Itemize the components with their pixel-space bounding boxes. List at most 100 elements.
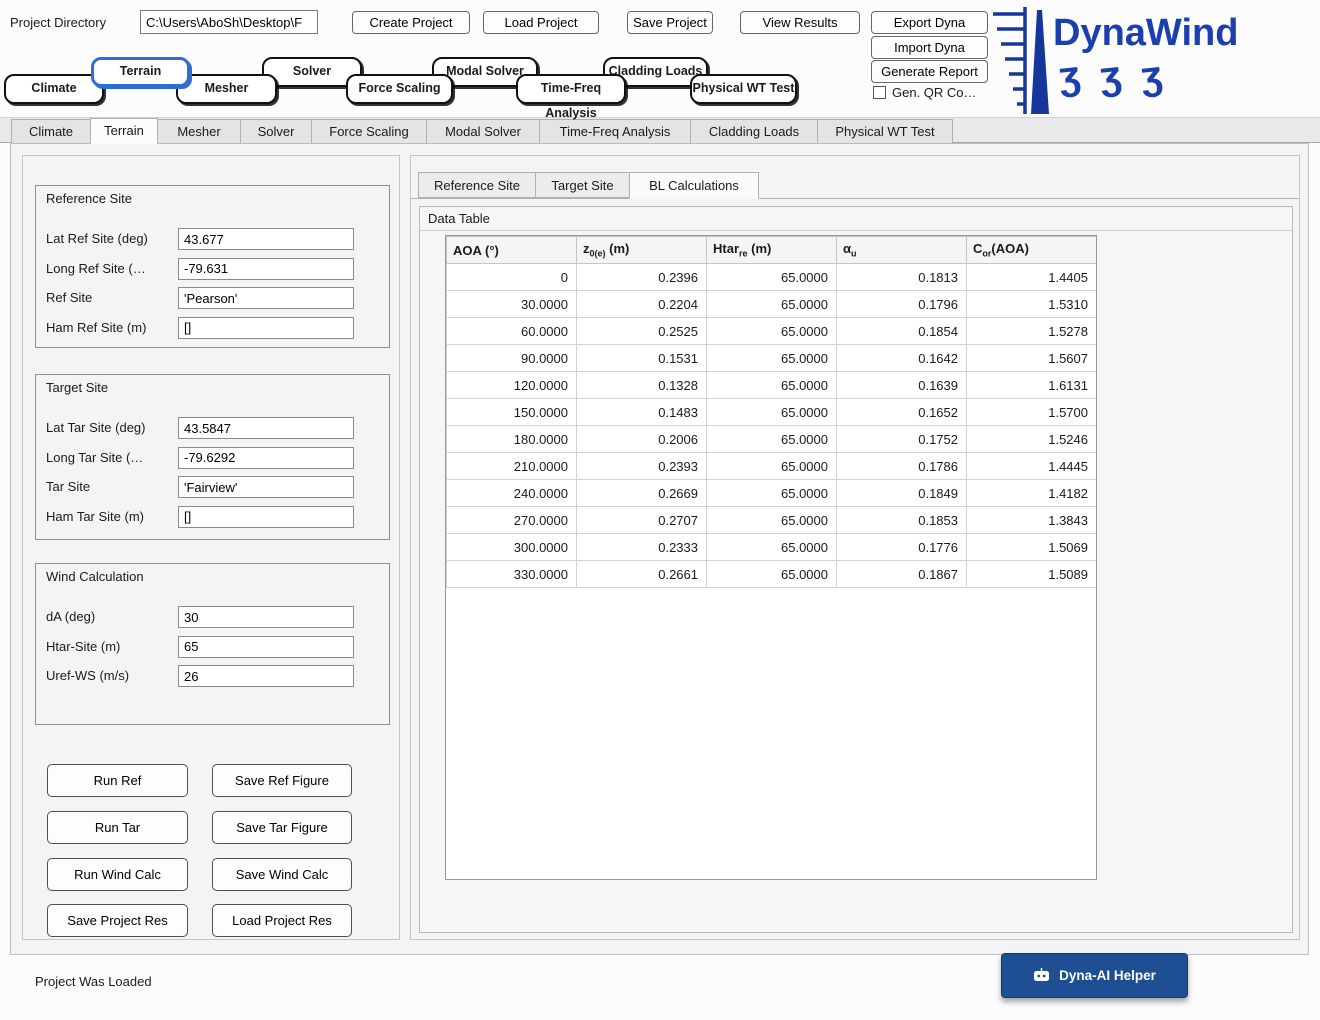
long-tar-site-input[interactable] (178, 447, 354, 469)
ribbon-tab-terrain[interactable]: Terrain (91, 57, 190, 87)
table-cell[interactable]: 65.0000 (707, 264, 837, 291)
tar-site-input[interactable] (178, 476, 354, 498)
table-cell[interactable]: 1.4405 (967, 264, 1097, 291)
table-cell[interactable]: 120.0000 (447, 372, 577, 399)
gen-qr-checkbox[interactable] (873, 86, 886, 99)
table-cell[interactable]: 0.1752 (837, 426, 967, 453)
table-cell[interactable]: 65.0000 (707, 480, 837, 507)
table-cell[interactable]: 1.3843 (967, 507, 1097, 534)
table-cell[interactable]: 0.1796 (837, 291, 967, 318)
table-cell[interactable]: 90.0000 (447, 345, 577, 372)
results-tab-bl-calculations[interactable]: BL Calculations (629, 172, 759, 199)
table-cell[interactable]: 0.1813 (837, 264, 967, 291)
run-tar-button[interactable]: Run Tar (47, 811, 188, 844)
ribbon-tab-mesher[interactable]: Mesher (176, 74, 277, 104)
save-ref-figure-button[interactable]: Save Ref Figure (212, 764, 352, 797)
table-cell[interactable]: 0 (447, 264, 577, 291)
table-cell[interactable]: 270.0000 (447, 507, 577, 534)
save-project-button[interactable]: Save Project (627, 11, 713, 34)
table-cell[interactable]: 240.0000 (447, 480, 577, 507)
ham-ref-site-m-input[interactable] (178, 317, 354, 339)
table-cell[interactable]: 0.1652 (837, 399, 967, 426)
table-cell[interactable]: 150.0000 (447, 399, 577, 426)
table-cell[interactable]: 1.5310 (967, 291, 1097, 318)
table-cell[interactable]: 65.0000 (707, 534, 837, 561)
generate-report-button[interactable]: Generate Report (871, 60, 988, 83)
table-cell[interactable]: 0.1849 (837, 480, 967, 507)
table-cell[interactable]: 65.0000 (707, 426, 837, 453)
tab-force-scaling[interactable]: Force Scaling (311, 119, 427, 143)
load-project-res-button[interactable]: Load Project Res (212, 904, 352, 937)
table-cell[interactable]: 0.1639 (837, 372, 967, 399)
table-cell[interactable]: 1.4182 (967, 480, 1097, 507)
table-cell[interactable]: 1.5607 (967, 345, 1097, 372)
load-project-button[interactable]: Load Project (483, 11, 599, 34)
table-cell[interactable]: 0.1531 (577, 345, 707, 372)
table-cell[interactable]: 1.4445 (967, 453, 1097, 480)
table-cell[interactable]: 0.1483 (577, 399, 707, 426)
long-ref-site-input[interactable] (178, 258, 354, 280)
table-cell[interactable]: 60.0000 (447, 318, 577, 345)
tab-modal-solver[interactable]: Modal Solver (426, 119, 540, 143)
ribbon-tab-time-freq-analysis[interactable]: Time-Freq Analysis (516, 74, 626, 104)
table-cell[interactable]: 210.0000 (447, 453, 577, 480)
table-cell[interactable]: 0.2396 (577, 264, 707, 291)
export-dyna-button[interactable]: Export Dyna (871, 11, 988, 34)
save-project-res-button[interactable]: Save Project Res (47, 904, 188, 937)
save-wind-calc-button[interactable]: Save Wind Calc (212, 858, 352, 891)
lat-ref-site-deg-input[interactable] (178, 228, 354, 250)
tab-cladding-loads[interactable]: Cladding Loads (690, 119, 818, 143)
table-cell[interactable]: 0.2204 (577, 291, 707, 318)
table-cell[interactable]: 65.0000 (707, 399, 837, 426)
uref-ws-m-s-input[interactable] (178, 665, 354, 687)
dyna-ai-helper-button[interactable]: Dyna-AI Helper (1001, 953, 1188, 998)
table-cell[interactable]: 0.1867 (837, 561, 967, 588)
table-cell[interactable]: 1.6131 (967, 372, 1097, 399)
table-cell[interactable]: 0.1642 (837, 345, 967, 372)
table-cell[interactable]: 65.0000 (707, 453, 837, 480)
htar-site-m-input[interactable] (178, 636, 354, 658)
tab-terrain[interactable]: Terrain (90, 118, 158, 144)
run-ref-button[interactable]: Run Ref (47, 764, 188, 797)
results-tab-target-site[interactable]: Target Site (535, 172, 630, 198)
table-cell[interactable]: 65.0000 (707, 561, 837, 588)
table-cell[interactable]: 180.0000 (447, 426, 577, 453)
table-cell[interactable]: 0.2333 (577, 534, 707, 561)
save-tar-figure-button[interactable]: Save Tar Figure (212, 811, 352, 844)
da-deg-input[interactable] (178, 606, 354, 628)
project-directory-input[interactable] (140, 10, 318, 34)
table-cell[interactable]: 0.1854 (837, 318, 967, 345)
ribbon-tab-physical-wt-test[interactable]: Physical WT Test (690, 74, 797, 104)
table-cell[interactable]: 1.5278 (967, 318, 1097, 345)
tab-mesher[interactable]: Mesher (157, 119, 241, 143)
table-cell[interactable]: 65.0000 (707, 318, 837, 345)
table-cell[interactable]: 0.1776 (837, 534, 967, 561)
lat-tar-site-deg-input[interactable] (178, 417, 354, 439)
table-cell[interactable]: 300.0000 (447, 534, 577, 561)
ribbon-tab-climate[interactable]: Climate (4, 74, 104, 104)
run-wind-calc-button[interactable]: Run Wind Calc (47, 858, 188, 891)
table-cell[interactable]: 0.2707 (577, 507, 707, 534)
view-results-button[interactable]: View Results (740, 11, 860, 34)
table-cell[interactable]: 0.1328 (577, 372, 707, 399)
table-cell[interactable]: 0.2006 (577, 426, 707, 453)
create-project-button[interactable]: Create Project (352, 11, 470, 34)
table-cell[interactable]: 1.5069 (967, 534, 1097, 561)
table-cell[interactable]: 65.0000 (707, 507, 837, 534)
table-cell[interactable]: 30.0000 (447, 291, 577, 318)
results-tab-reference-site[interactable]: Reference Site (418, 172, 536, 198)
tab-climate[interactable]: Climate (11, 119, 91, 143)
tab-solver[interactable]: Solver (240, 119, 312, 143)
table-cell[interactable]: 1.5700 (967, 399, 1097, 426)
table-cell[interactable]: 1.5246 (967, 426, 1097, 453)
table-cell[interactable]: 330.0000 (447, 561, 577, 588)
table-cell[interactable]: 0.2393 (577, 453, 707, 480)
table-cell[interactable]: 0.2525 (577, 318, 707, 345)
ham-tar-site-m-input[interactable] (178, 506, 354, 528)
table-cell[interactable]: 0.2669 (577, 480, 707, 507)
table-cell[interactable]: 1.5089 (967, 561, 1097, 588)
table-cell[interactable]: 0.1853 (837, 507, 967, 534)
ribbon-tab-force-scaling[interactable]: Force Scaling (346, 74, 453, 104)
table-cell[interactable]: 0.1786 (837, 453, 967, 480)
table-cell[interactable]: 65.0000 (707, 291, 837, 318)
